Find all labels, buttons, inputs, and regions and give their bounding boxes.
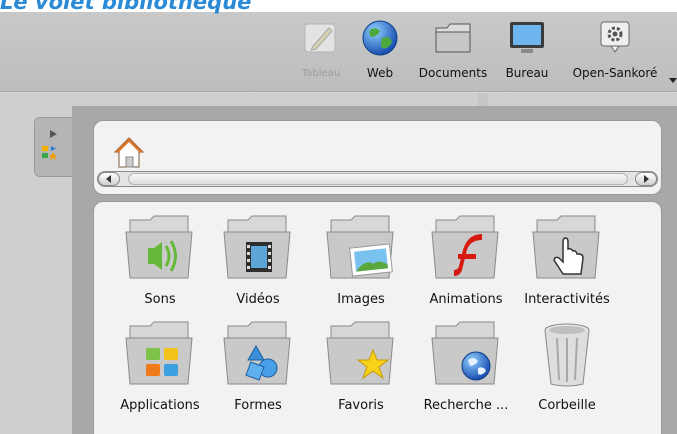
library-item-label: Applications bbox=[120, 398, 200, 413]
library-item-videos[interactable]: Vidéos bbox=[203, 212, 313, 312]
board-icon bbox=[304, 23, 336, 53]
web-label: Web bbox=[366, 66, 394, 80]
library-item-formes[interactable]: Formes bbox=[203, 318, 313, 418]
library-item-label: Favoris bbox=[338, 398, 384, 413]
app-window: Tableau Web Documents Bureau Open-Sankor… bbox=[0, 12, 677, 434]
documents-folder-icon bbox=[435, 23, 471, 53]
library-item-label: Recherche ... bbox=[423, 398, 509, 413]
open-sankore-label: Open-Sankoré bbox=[572, 66, 658, 80]
interactivities-folder-icon bbox=[532, 215, 600, 279]
library-item-label: Vidéos bbox=[236, 292, 280, 307]
videos-folder-icon bbox=[223, 215, 291, 279]
favorites-folder-icon bbox=[326, 321, 394, 385]
tableau-label: Tableau bbox=[301, 68, 341, 79]
library-item-recherche[interactable]: Recherche ... bbox=[411, 318, 521, 418]
desktop-monitor-icon bbox=[510, 22, 544, 53]
shapes-folder-icon bbox=[223, 321, 291, 385]
library-item-images[interactable]: Images bbox=[306, 212, 416, 312]
library-item-corbeille[interactable]: Corbeille bbox=[512, 318, 622, 418]
tableau-button[interactable]: Tableau bbox=[293, 18, 349, 88]
library-item-label: Corbeille bbox=[538, 398, 596, 413]
web-button[interactable]: Web bbox=[358, 18, 402, 88]
home-icon[interactable] bbox=[113, 135, 145, 169]
scroll-left-button[interactable] bbox=[98, 172, 120, 186]
library-item-label: Interactivités bbox=[524, 292, 610, 307]
scroll-thumb[interactable] bbox=[128, 173, 628, 185]
globe-icon bbox=[362, 20, 398, 56]
library-item-sons[interactable]: Sons bbox=[105, 212, 215, 312]
scroll-right-button[interactable] bbox=[635, 172, 657, 186]
images-folder-icon bbox=[326, 215, 394, 279]
documents-button[interactable]: Documents bbox=[414, 18, 492, 88]
library-item-animations[interactable]: Animations bbox=[411, 212, 521, 312]
applications-folder-icon bbox=[125, 321, 193, 385]
library-tab-handle[interactable] bbox=[34, 117, 72, 177]
horizontal-scrollbar[interactable] bbox=[97, 171, 658, 187]
library-item-label: Animations bbox=[429, 292, 503, 307]
search-folder-icon bbox=[431, 321, 499, 385]
gear-icon bbox=[600, 21, 630, 53]
bureau-label: Bureau bbox=[505, 66, 549, 80]
library-item-label: Formes bbox=[234, 398, 282, 413]
bureau-button[interactable]: Bureau bbox=[500, 18, 554, 88]
arrow-right-icon bbox=[644, 175, 649, 183]
sounds-folder-icon bbox=[125, 215, 193, 279]
trash-icon bbox=[544, 323, 590, 387]
library-item-applications[interactable]: Applications bbox=[105, 318, 215, 418]
documents-label: Documents bbox=[418, 66, 488, 80]
screen: Tableau Web Documents Bureau Open-Sankor… bbox=[0, 0, 677, 434]
arrow-left-icon bbox=[106, 175, 111, 183]
page-title: Le volet bibliothèque bbox=[0, 0, 252, 14]
open-sankore-button[interactable]: Open-Sankoré bbox=[562, 18, 668, 88]
library-item-label: Images bbox=[337, 292, 385, 307]
library-item-favoris[interactable]: Favoris bbox=[306, 318, 416, 418]
library-item-label: Sons bbox=[144, 292, 176, 307]
library-toggle-icon bbox=[42, 130, 57, 160]
chevron-down-icon[interactable] bbox=[669, 78, 677, 83]
animations-folder-icon bbox=[431, 215, 499, 279]
top-toolbar: Tableau Web Documents Bureau Open-Sankor… bbox=[0, 12, 677, 92]
library-item-interactivites[interactable]: Interactivités bbox=[512, 212, 622, 312]
